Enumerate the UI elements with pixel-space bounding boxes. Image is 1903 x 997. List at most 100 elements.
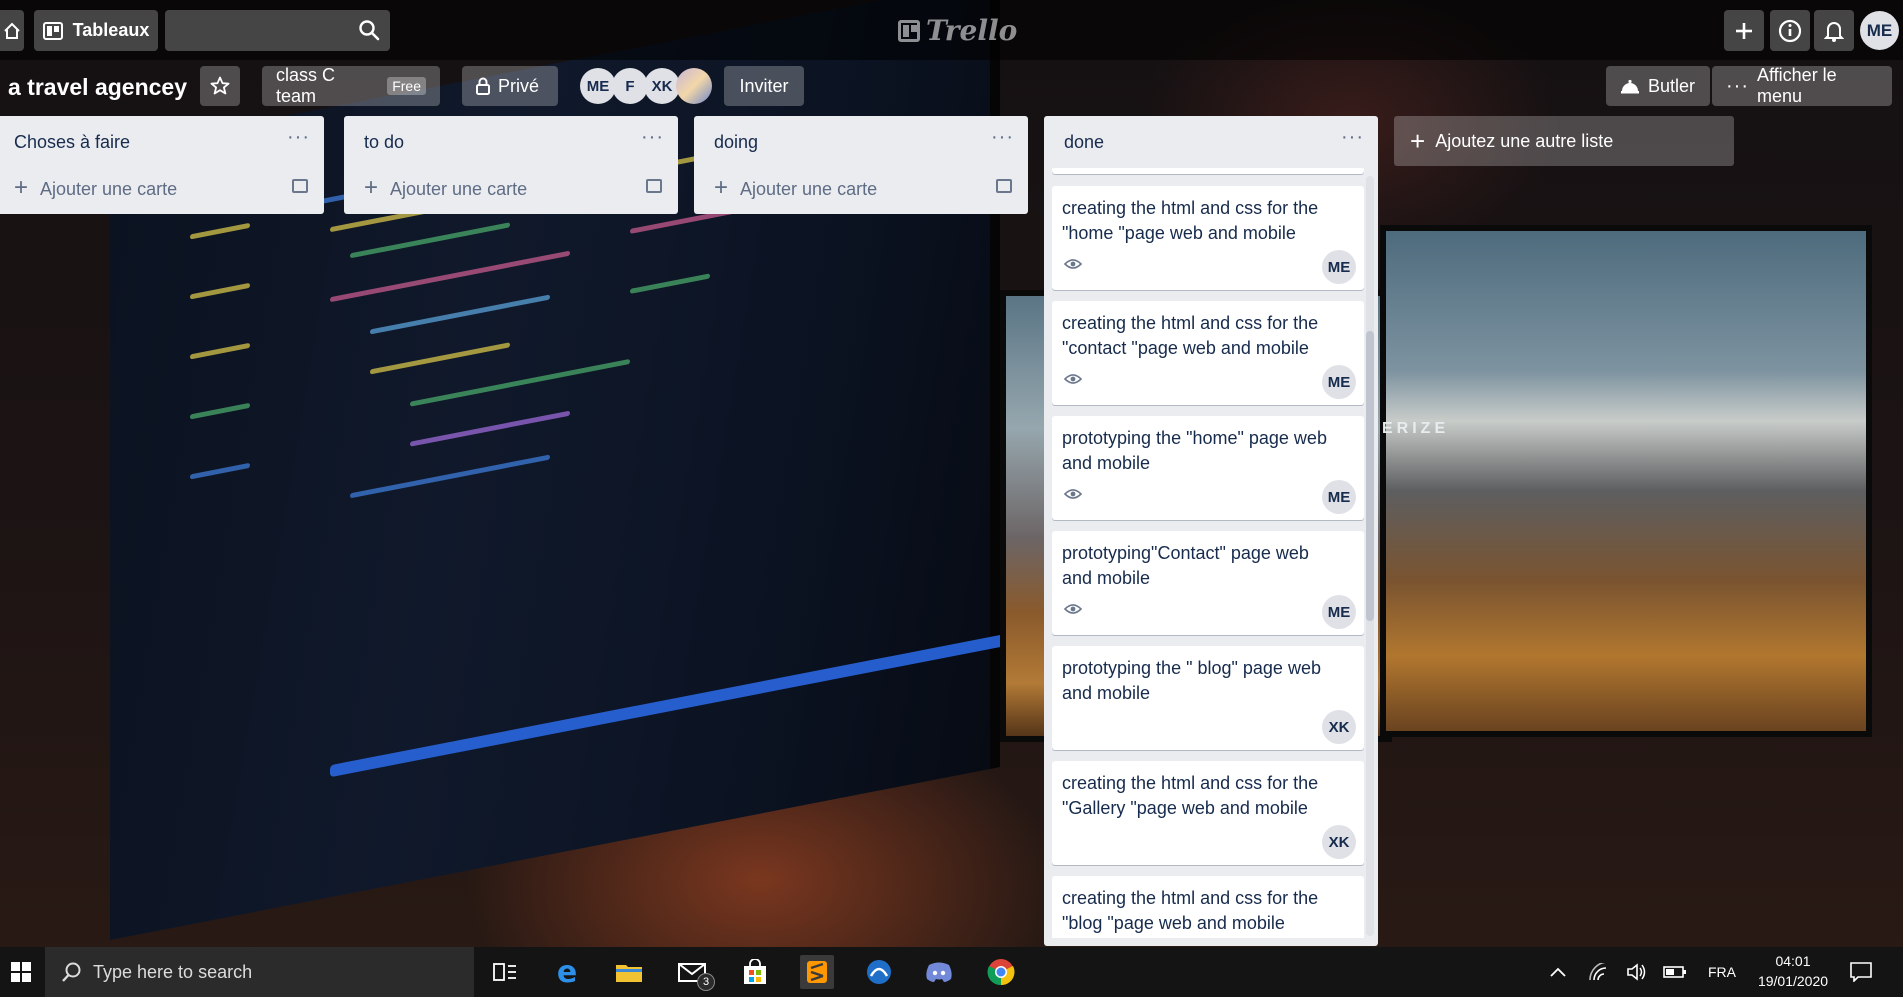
taskbar-search-box[interactable]: Type here to search [45, 947, 474, 997]
speaker-icon [1627, 963, 1646, 981]
butler-button[interactable]: Butler [1606, 66, 1710, 106]
card-title: creating the html and css for the "blog … [1062, 888, 1319, 933]
trello-logo[interactable]: Trello [898, 14, 1017, 47]
boards-button[interactable]: Tableaux [34, 10, 158, 51]
visibility-button[interactable]: Privé [462, 66, 558, 106]
butler-label: Butler [1648, 75, 1696, 96]
list-title[interactable]: doing [714, 132, 758, 153]
lock-icon [476, 77, 490, 95]
card[interactable]: prototyping the "home" page web and mobi… [1052, 416, 1364, 520]
plus-icon: + [364, 174, 379, 201]
card-title: creating the html and css for the "Galle… [1062, 773, 1319, 818]
mail-app[interactable]: 3 [675, 955, 715, 991]
show-hidden-icons-button[interactable] [1541, 955, 1575, 989]
member-avatar[interactable]: XK [644, 68, 680, 104]
home-icon [4, 22, 20, 39]
team-label: class C team [276, 65, 336, 106]
watch-eye-icon [1064, 604, 1082, 614]
star-icon [210, 76, 230, 95]
add-list-button[interactable]: + Ajoutez une autre liste [1394, 116, 1734, 166]
chrome-app[interactable] [984, 955, 1018, 989]
trello-logo-text: Trello [926, 14, 1018, 47]
member-avatar-photo[interactable] [676, 68, 712, 104]
plus-icon [1736, 22, 1752, 39]
notification-icon [1850, 962, 1872, 982]
folder-icon [616, 965, 642, 982]
list-menu-button[interactable]: ··· [287, 126, 310, 149]
input-language-indicator[interactable]: FRA [1708, 964, 1736, 980]
card[interactable]: creating the html and css for the "blog … [1052, 876, 1364, 938]
start-button[interactable] [4, 955, 38, 989]
star-board-button[interactable] [200, 66, 240, 106]
list-menu-button[interactable]: ··· [991, 126, 1014, 149]
sublime-text-app[interactable] [800, 955, 834, 989]
add-card-button[interactable]: + Ajouter une carte [344, 168, 678, 214]
add-card-label: Ajouter une carte [390, 179, 528, 199]
search-input[interactable] [165, 10, 365, 49]
add-card-label: Ajouter une carte [740, 179, 878, 199]
add-card-button[interactable]: + Ajouter une carte [694, 168, 1028, 214]
top-navigation-bar: Tableaux Trello ME [0, 0, 1903, 60]
list-done: done ··· creating the html and css for t… [1044, 116, 1378, 946]
boards-icon [42, 21, 63, 40]
list-menu-button[interactable]: ··· [1341, 126, 1364, 149]
user-avatar[interactable]: ME [1860, 11, 1899, 50]
card-title: creating the html and css for the "home … [1062, 198, 1319, 243]
card-member-avatar[interactable]: ME [1322, 365, 1356, 399]
list-title[interactable]: to do [364, 132, 404, 153]
plus-icon: + [1410, 125, 1426, 156]
card-template-icon[interactable] [646, 179, 662, 193]
card-member-avatar[interactable]: ME [1322, 480, 1356, 514]
list-to-do: to do ··· + Ajouter une carte [344, 116, 678, 214]
list-title[interactable]: Choses à faire [14, 132, 130, 153]
task-view-button[interactable] [488, 955, 522, 989]
card-template-icon[interactable] [996, 179, 1012, 193]
edge-app[interactable]: e [550, 955, 584, 990]
member-avatar[interactable]: ME [580, 68, 616, 104]
notifications-button[interactable] [1814, 10, 1854, 51]
home-button[interactable] [0, 10, 24, 51]
search-icon [62, 962, 81, 982]
invite-button[interactable]: Inviter [724, 66, 804, 106]
add-card-button[interactable]: + Ajouter une carte [0, 168, 324, 214]
card[interactable]: creating the html and css for the "conta… [1052, 301, 1364, 405]
butler-icon [1621, 79, 1639, 94]
discord-app[interactable] [922, 955, 956, 989]
list-title[interactable]: done [1064, 132, 1104, 153]
card-member-avatar[interactable]: XK [1322, 710, 1356, 744]
card-member-avatar[interactable]: ME [1322, 595, 1356, 629]
board-search[interactable] [165, 10, 390, 51]
card-title: prototyping the "home" page web and mobi… [1062, 428, 1327, 473]
card-template-icon[interactable] [292, 179, 308, 193]
card-title: prototyping"Contact" page web and mobile [1062, 543, 1309, 588]
card-member-avatar[interactable]: XK [1322, 825, 1356, 859]
network-button[interactable] [1582, 955, 1616, 989]
volume-button[interactable] [1620, 955, 1654, 989]
list-menu-button[interactable]: ··· [641, 126, 664, 149]
info-button[interactable] [1770, 10, 1810, 51]
card[interactable]: prototyping the " blog" page web and mob… [1052, 646, 1364, 750]
list-doing: doing ··· + Ajouter une carte [694, 116, 1028, 214]
card[interactable]: prototyping"Contact" page web and mobile… [1052, 531, 1364, 635]
create-button[interactable] [1724, 10, 1764, 51]
member-avatar[interactable]: F [612, 68, 648, 104]
board-title[interactable]: a travel agencey [8, 74, 187, 101]
list-scrollbar-thumb[interactable] [1366, 331, 1374, 621]
action-center-button[interactable] [1844, 955, 1878, 989]
plus-icon: + [14, 174, 29, 201]
card-member-avatar[interactable]: ME [1322, 250, 1356, 284]
battery-button[interactable] [1658, 955, 1692, 989]
add-list-label: Ajoutez une autre liste [1435, 130, 1614, 151]
store-bag-icon [744, 959, 766, 984]
card[interactable]: creating the html and css for the "Galle… [1052, 761, 1364, 865]
store-app[interactable] [738, 955, 772, 989]
card[interactable] [1052, 168, 1364, 174]
show-menu-button[interactable]: ··· Afficher le menu [1712, 65, 1892, 106]
file-explorer-app[interactable] [612, 955, 646, 989]
app-shortcut[interactable] [862, 955, 896, 989]
add-card-label: Ajouter une carte [40, 179, 178, 199]
background-monitor-text: ERIZE [1382, 420, 1450, 437]
card[interactable]: creating the html and css for the "home … [1052, 186, 1364, 290]
team-button[interactable]: class C team Free [262, 65, 440, 106]
clock[interactable]: 04:01 19/01/2020 [1752, 951, 1834, 991]
